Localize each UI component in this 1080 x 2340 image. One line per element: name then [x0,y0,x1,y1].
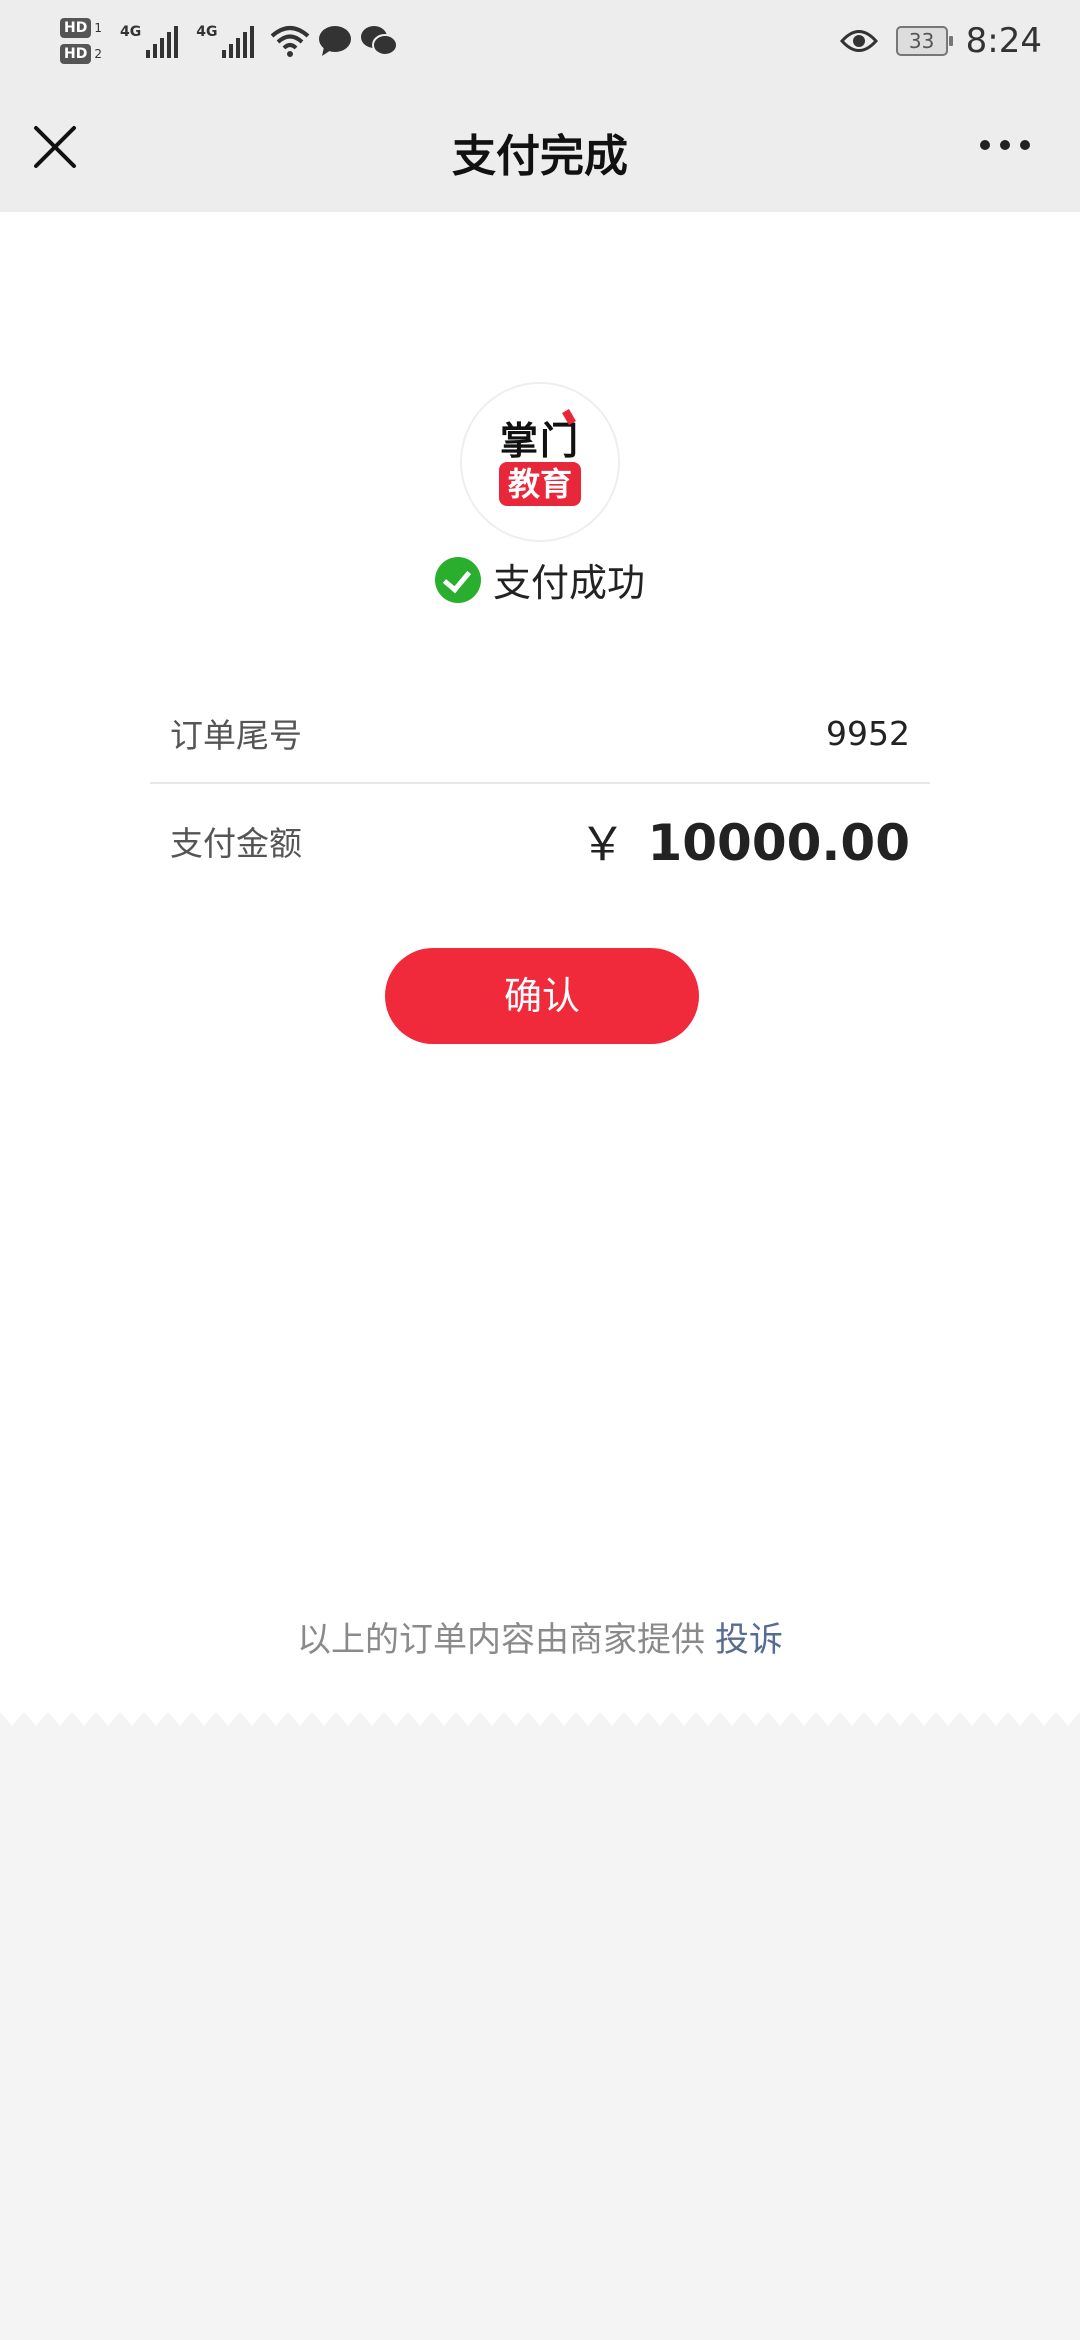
page-title: 支付完成 [452,131,628,182]
sim2-hd-label: HD [60,44,92,64]
merchant-logo: 掌门 教育 [462,384,618,540]
more-icon[interactable] [980,140,1030,150]
battery-level: 33 [908,29,935,53]
payment-amount-value: 10000.00 [647,814,910,872]
order-number-label: 订单尾号 [170,716,302,755]
nav-bar: 支付完成 [0,82,1080,212]
battery-icon: 33 [895,26,953,56]
currency-symbol: ￥ [579,817,626,871]
signal2-icon: 4G [196,24,255,58]
sim2-index: 2 [94,47,102,61]
network2-type: 4G [196,24,218,40]
order-number-row: 订单尾号 9952 [150,684,930,784]
payment-result-card: 掌门 教育 支付成功 订单尾号 9952 支付金额 ￥ 10000.00 确认 以… [0,212,1080,1712]
check-circle-icon [434,556,481,603]
payment-amount-label: 支付金额 [170,824,302,863]
sim1-hd-label: HD [60,18,92,38]
message-icon [319,26,352,56]
status-left: HD 1 HD 2 4G 4G [60,10,399,72]
signal1-icon: 4G [119,24,179,58]
sim-indicators: HD 1 HD 2 [60,18,102,64]
eye-icon [839,30,878,52]
confirm-button[interactable]: 确认 [385,948,699,1044]
logo-text-top: 掌门 [499,419,580,463]
wechat-icon [361,26,399,56]
sim2-indicator: HD 2 [60,44,102,64]
footer-note: 以上的订单内容由商家提供 投诉 [0,1612,1080,1661]
status-bar: HD 1 HD 2 4G 4G 33 8:24 [0,0,1080,82]
order-number-value: 9952 [826,713,910,753]
payment-amount-row: 支付金额 ￥ 10000.00 [150,786,930,896]
wifi-icon [271,26,310,57]
network1-type: 4G [119,24,142,40]
complaint-link[interactable]: 投诉 [715,1620,783,1660]
clock: 8:24 [965,21,1042,61]
zigzag-divider [0,1712,1080,1726]
status-right: 33 8:24 [839,18,1042,64]
payment-status: 支付成功 [0,552,1080,607]
sim1-indicator: HD 1 [60,18,102,38]
payment-status-text: 支付成功 [492,561,645,605]
footer-text: 以上的订单内容由商家提供 [297,1620,705,1660]
logo-text-bottom: 教育 [499,462,581,506]
sim1-index: 1 [94,21,102,35]
payment-amount: ￥ 10000.00 [579,808,910,874]
